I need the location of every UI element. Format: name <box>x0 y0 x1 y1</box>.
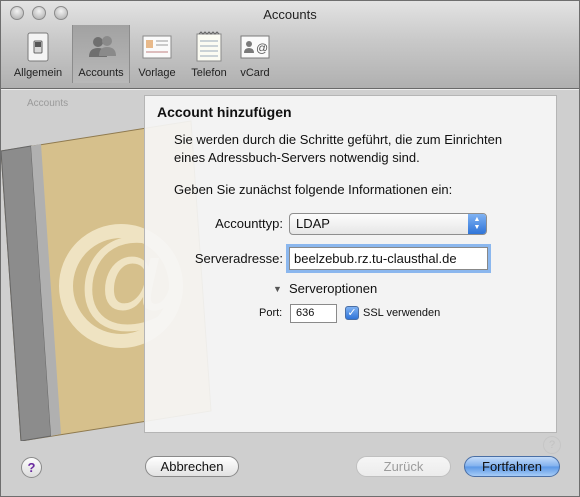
background-accounts-header: Accounts <box>27 98 69 109</box>
switch-icon <box>27 32 49 62</box>
info-prompt: Geben Sie zunächst folgende Informatione… <box>174 182 453 197</box>
disclosure-triangle-icon[interactable]: ▼ <box>273 284 282 294</box>
titlebar: Accounts Allgemein Accounts Vorlage Tele… <box>1 1 579 89</box>
card-template-icon <box>142 35 172 59</box>
intro-line-2: eines Adressbuch-Servers notwendig sind. <box>174 150 420 165</box>
continue-button[interactable]: Fortfahren <box>464 456 560 477</box>
toolbar-label-allgemein: Allgemein <box>13 67 63 79</box>
background-help-icon: ? <box>543 436 561 454</box>
vcard-icon: @ <box>240 35 270 59</box>
account-type-label: Accounttyp: <box>215 216 283 231</box>
notepad-icon <box>196 31 222 62</box>
server-address-label: Serveradresse: <box>194 251 283 266</box>
back-button[interactable]: Zurück <box>356 456 451 477</box>
toolbar-item-vorlage[interactable]: Vorlage <box>133 25 181 83</box>
cancel-button[interactable]: Abbrechen <box>145 456 239 477</box>
intro-line-1: Sie werden durch die Schritte geführt, d… <box>174 132 503 147</box>
account-type-select[interactable]: LDAP ▲ ▼ <box>289 213 487 235</box>
server-address-value: beelzebub.rz.tu-clausthal.de <box>294 251 457 266</box>
server-options-label[interactable]: Serveroptionen <box>289 281 377 296</box>
select-arrows-icon: ▲ ▼ <box>468 214 486 234</box>
window-title: Accounts <box>263 7 317 22</box>
toolbar-label-telefon: Telefon <box>191 67 227 79</box>
ssl-checkbox[interactable]: ✓ <box>345 306 359 320</box>
svg-text:@: @ <box>256 41 268 55</box>
server-address-field[interactable]: beelzebub.rz.tu-clausthal.de <box>289 247 488 270</box>
preferences-window: Accounts Allgemein Accounts Vorlage Tele… <box>0 0 580 497</box>
port-label: Port: <box>259 307 283 319</box>
toolbar-label-vorlage: Vorlage <box>138 67 176 79</box>
account-type-value: LDAP <box>296 216 330 231</box>
toolbar-label-vcard: vCard <box>240 67 270 79</box>
sheet-title: Account hinzufügen <box>157 104 292 120</box>
help-button[interactable]: ? <box>21 457 42 478</box>
toolbar-item-telefon[interactable]: Telefon <box>185 25 233 83</box>
toolbar-item-vcard[interactable]: @ vCard <box>235 25 275 83</box>
toolbar-label-accounts: Accounts <box>78 67 124 79</box>
toolbar-item-allgemein[interactable]: Allgemein <box>7 25 69 83</box>
users-icon <box>89 36 116 57</box>
intro-text: Sie werden durch die Schritte geführt, d… <box>174 131 554 167</box>
port-field[interactable]: 636 <box>290 304 337 323</box>
ssl-label[interactable]: SSL verwenden <box>363 307 440 319</box>
toolbar-item-accounts[interactable]: Accounts <box>72 25 130 83</box>
